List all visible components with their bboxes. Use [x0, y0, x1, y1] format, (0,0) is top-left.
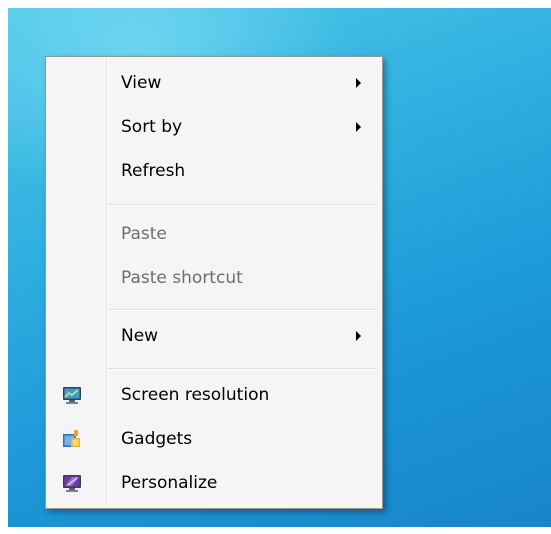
menu-item-label: New	[121, 326, 159, 346]
submenu-arrow-icon	[356, 78, 361, 88]
menu-item-label: Gadgets	[121, 429, 193, 449]
menu-item-refresh[interactable]: Refresh	[48, 151, 380, 191]
submenu-arrow-icon	[356, 122, 361, 132]
gadgets-icon	[62, 429, 82, 449]
menu-separator	[108, 204, 378, 206]
desktop-background[interactable]: View Sort by Refresh Paste Paste shortcu…	[8, 8, 551, 527]
menu-item-label: Screen resolution	[121, 385, 270, 405]
menu-item-new[interactable]: New	[48, 316, 380, 356]
menu-item-paste-shortcut[interactable]: Paste shortcut	[48, 258, 380, 298]
menu-item-label: Sort by	[121, 117, 183, 137]
submenu-arrow-icon	[356, 331, 361, 341]
menu-item-sort-by[interactable]: Sort by	[48, 107, 380, 147]
monitor-icon	[62, 385, 82, 405]
menu-item-label: Paste	[121, 224, 167, 244]
menu-item-view[interactable]: View	[48, 63, 380, 103]
menu-item-label: Refresh	[121, 161, 186, 181]
menu-item-label: Paste shortcut	[121, 268, 243, 288]
menu-item-paste[interactable]: Paste	[48, 214, 380, 254]
menu-item-gadgets[interactable]: Gadgets	[48, 419, 380, 459]
context-menu: View Sort by Refresh Paste Paste shortcu…	[45, 56, 383, 509]
menu-item-screen-resolution[interactable]: Screen resolution	[48, 375, 380, 415]
menu-item-label: Personalize	[121, 473, 218, 493]
menu-separator	[108, 368, 378, 370]
personalize-icon	[62, 473, 82, 493]
menu-item-label: View	[121, 73, 162, 93]
menu-item-personalize[interactable]: Personalize	[48, 463, 380, 503]
menu-separator	[108, 309, 378, 311]
